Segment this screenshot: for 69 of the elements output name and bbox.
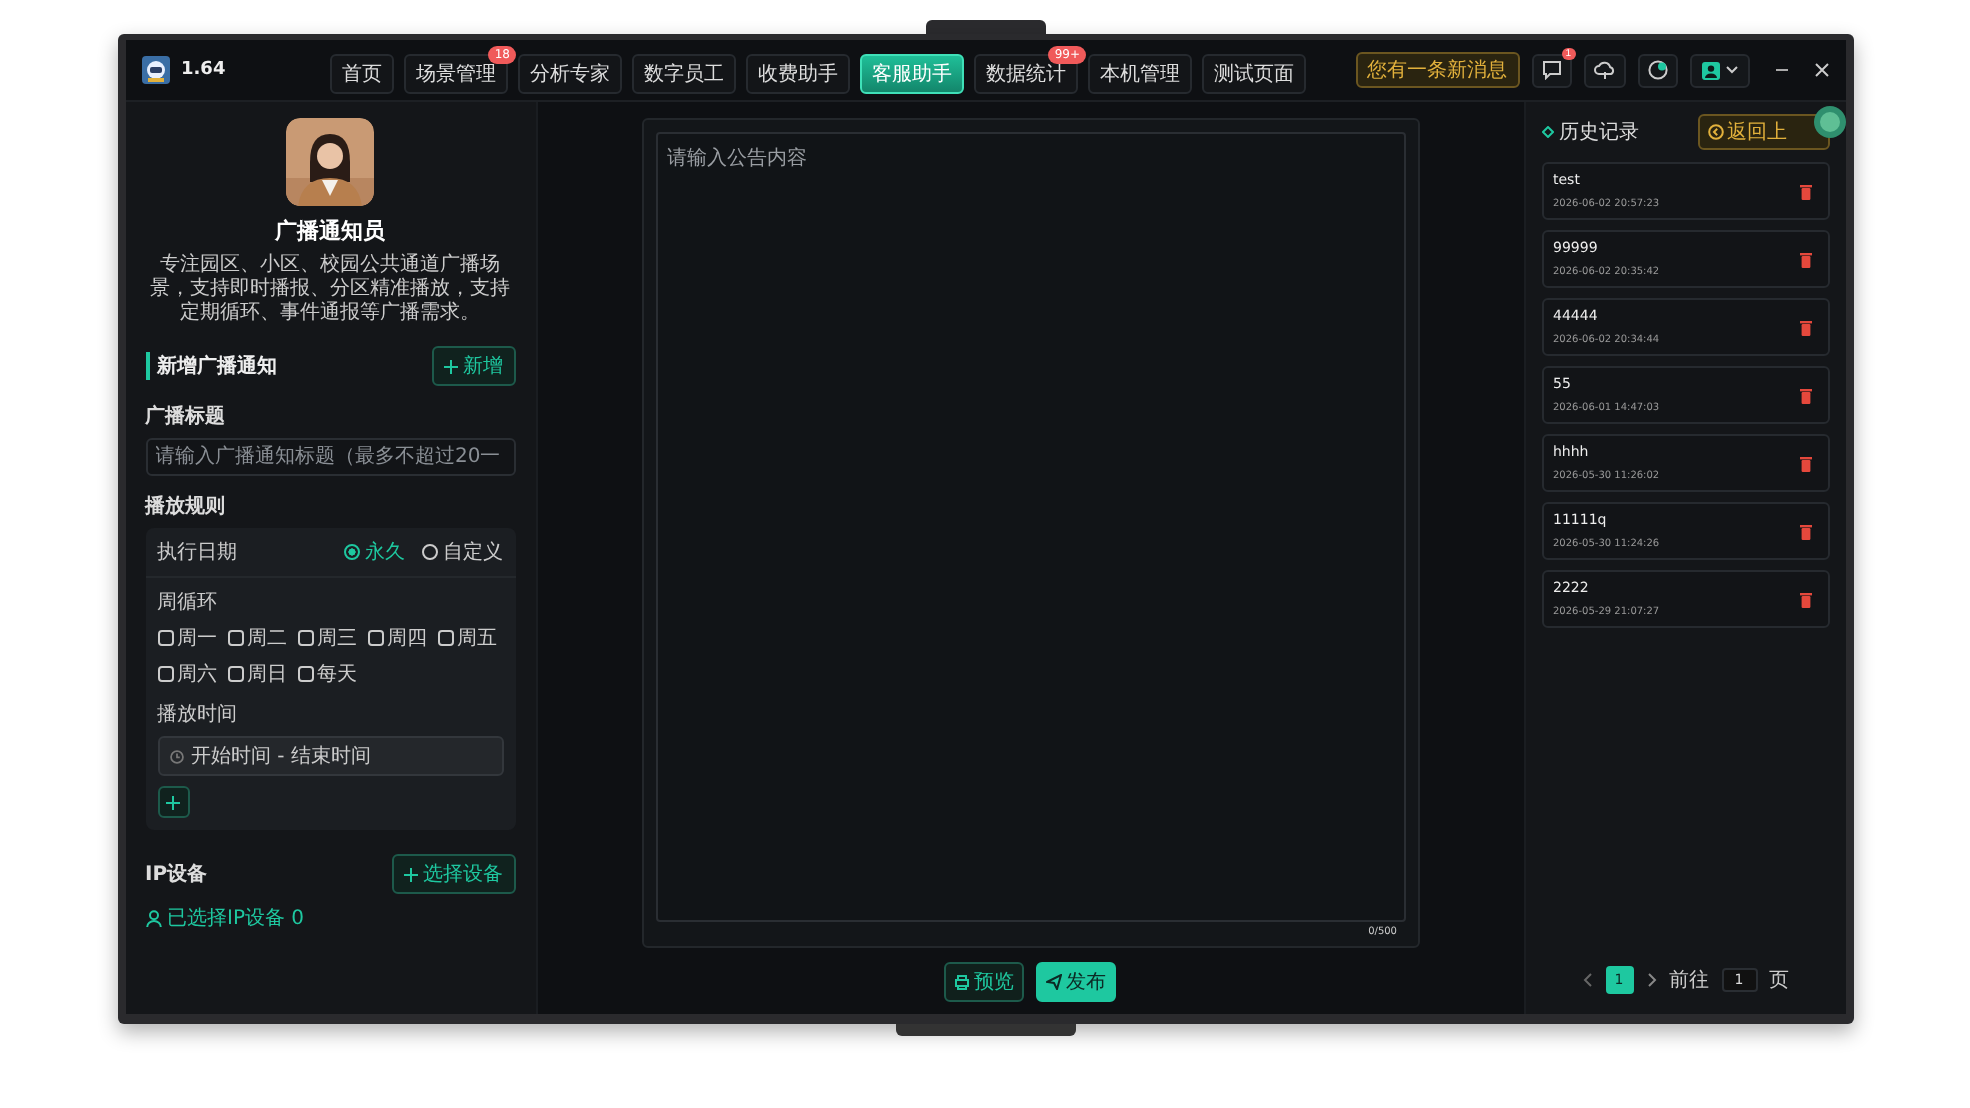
add-button[interactable]: 新增 <box>431 346 515 386</box>
select-device-button[interactable]: 选择设备 <box>391 854 515 894</box>
week-label: 周循环 <box>157 590 219 616</box>
nav-tab[interactable]: 测试页面 <box>1202 53 1306 93</box>
send-icon <box>1046 974 1062 990</box>
globe-icon <box>1647 60 1667 80</box>
time-label: 播放时间 <box>157 701 239 728</box>
chevron-down-icon <box>1725 66 1737 74</box>
floating-assistant-icon[interactable] <box>1813 106 1845 138</box>
weekday-checkbox[interactable]: 每天 <box>297 660 357 688</box>
plus-icon <box>443 359 457 373</box>
weekday-checkbox[interactable]: 周六 <box>157 660 217 688</box>
notice-pill[interactable]: 您有一条新消息 <box>1355 52 1519 88</box>
preview-button[interactable]: 预览 <box>944 962 1024 1002</box>
date-label: 执行日期 <box>157 539 237 566</box>
device-label: IP设备 <box>145 861 208 888</box>
nav-tab[interactable]: 收费助手 <box>746 53 850 93</box>
field-label: 播放规则 <box>145 493 227 520</box>
trash-icon[interactable] <box>1799 387 1811 403</box>
weekday-checkbox[interactable]: 周二 <box>227 624 287 652</box>
plus-icon <box>166 795 180 809</box>
content-textarea[interactable]: 请输入公告内容 <box>655 132 1405 922</box>
previous-page-icon[interactable] <box>1581 972 1593 988</box>
radio-option[interactable]: 自定义 <box>421 538 503 566</box>
user-outline-icon <box>145 909 161 927</box>
weekday-checkbox[interactable]: 周五 <box>437 624 497 652</box>
device-status: 已选择IP设备 0 <box>167 905 305 932</box>
plus-icon <box>403 867 417 881</box>
nav-tab[interactable]: 数字员工 <box>632 53 736 93</box>
section-title: 新增广播通知 <box>145 352 277 380</box>
weekday-checkbox[interactable]: 周日 <box>227 660 287 688</box>
globe-button[interactable] <box>1637 53 1677 87</box>
trash-icon[interactable] <box>1799 455 1811 471</box>
robot-logo-icon <box>141 56 169 84</box>
back-button[interactable]: 返回上 <box>1697 114 1829 150</box>
agent-name: 广播通知员 <box>273 216 387 246</box>
field-label: 广播标题 <box>145 402 227 430</box>
trash-icon[interactable] <box>1799 251 1811 267</box>
nav-tab[interactable]: 本机管理 <box>1088 53 1192 93</box>
cloud-icon <box>1593 60 1615 80</box>
close-icon[interactable] <box>1813 62 1829 78</box>
publish-button[interactable]: 发布 <box>1036 962 1116 1002</box>
cloud-button[interactable] <box>1583 53 1625 87</box>
weekday-checkbox[interactable]: 周一 <box>157 624 217 652</box>
weekday-checkbox[interactable]: 周三 <box>297 624 357 652</box>
trash-icon[interactable] <box>1799 523 1811 539</box>
agent-description: 专注园区、小区、校园公共通道广播场景，支持即时播报、分区精准播放，支持定期循环、事件通报等广播需求。 <box>148 254 512 326</box>
weekday-checkbox[interactable]: 周四 <box>367 624 427 652</box>
user-icon <box>1701 61 1719 79</box>
chat-icon <box>1541 60 1561 80</box>
trash-icon[interactable] <box>1799 319 1811 335</box>
back-circle-icon <box>1707 124 1723 140</box>
diamond-icon <box>1541 126 1553 138</box>
version-label: 1.64 <box>181 60 226 80</box>
history-title: 历史记录 <box>1559 119 1639 146</box>
title-input-field[interactable]: 请输入广播通知标题（最多不超过20一 <box>145 438 515 476</box>
clock-icon <box>169 749 183 763</box>
printer-icon <box>954 974 970 990</box>
next-page-icon[interactable] <box>1645 972 1657 988</box>
user-menu-button[interactable] <box>1689 53 1749 87</box>
nav-tab[interactable]: 首页 <box>330 53 394 93</box>
nav-tab[interactable]: 分析专家 <box>518 53 622 93</box>
add-time-button[interactable] <box>157 786 189 818</box>
page-unit: 页 <box>1769 968 1789 994</box>
trash-icon[interactable] <box>1799 591 1811 607</box>
radio-option[interactable]: 永久 <box>343 538 405 566</box>
goto-label: 前往 <box>1669 967 1709 994</box>
trash-icon[interactable] <box>1799 183 1811 199</box>
time-range-field[interactable]: 开始时间 - 结束时间 <box>157 736 503 776</box>
